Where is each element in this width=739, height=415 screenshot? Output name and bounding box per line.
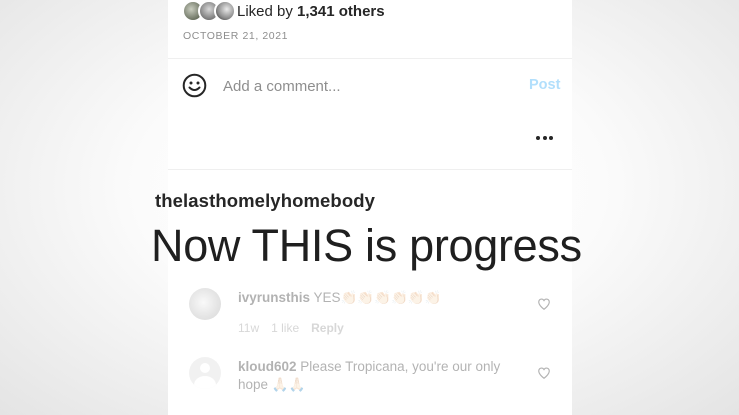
heart-icon[interactable] xyxy=(537,366,551,380)
likes-prefix: Liked by xyxy=(237,2,298,20)
caption-text: Now THIS is progress xyxy=(151,220,582,271)
likes-summary: Liked by 1,341 others xyxy=(237,3,385,20)
smiley-icon[interactable] xyxy=(182,73,207,98)
comment-username[interactable]: ivyrunsthis xyxy=(238,290,310,305)
dot xyxy=(549,136,553,140)
liker-avatars[interactable] xyxy=(182,0,236,22)
comment-body: kloud602 Please Tropicana, you're our on… xyxy=(238,358,523,394)
divider xyxy=(168,58,572,59)
commenter-avatar[interactable] xyxy=(189,288,221,320)
likes-count-link[interactable]: 1,341 others xyxy=(297,3,385,20)
caption-username[interactable]: thelasthomelyhomebody xyxy=(155,190,375,212)
comment-meta: 11w 1 like Reply xyxy=(238,321,344,335)
comment-time[interactable]: 11w xyxy=(238,321,259,335)
heart-icon[interactable] xyxy=(537,297,551,311)
comment-body: ivyrunsthis YES👏🏻👏🏻👏🏻👏🏻👏🏻👏🏻 xyxy=(238,289,538,307)
comment-username[interactable]: kloud602 xyxy=(238,359,297,374)
liker-avatar xyxy=(214,0,236,22)
default-avatar-icon[interactable] xyxy=(189,357,221,389)
more-options-icon[interactable] xyxy=(536,128,553,148)
avatar-body xyxy=(194,376,216,389)
dot xyxy=(542,136,547,140)
post-date: OCTOBER 21, 2021 xyxy=(183,30,289,42)
comment-text: YES👏🏻👏🏻👏🏻👏🏻👏🏻👏🏻 xyxy=(313,290,442,305)
reply-button[interactable]: Reply xyxy=(311,321,344,335)
comment-likes[interactable]: 1 like xyxy=(271,321,299,335)
comment-input[interactable] xyxy=(223,76,503,96)
likes-row: Liked by 1,341 others xyxy=(182,0,385,22)
divider xyxy=(168,169,572,170)
dot xyxy=(536,136,540,140)
post-comment-button[interactable]: Post xyxy=(529,77,560,93)
avatar-head xyxy=(200,363,210,373)
